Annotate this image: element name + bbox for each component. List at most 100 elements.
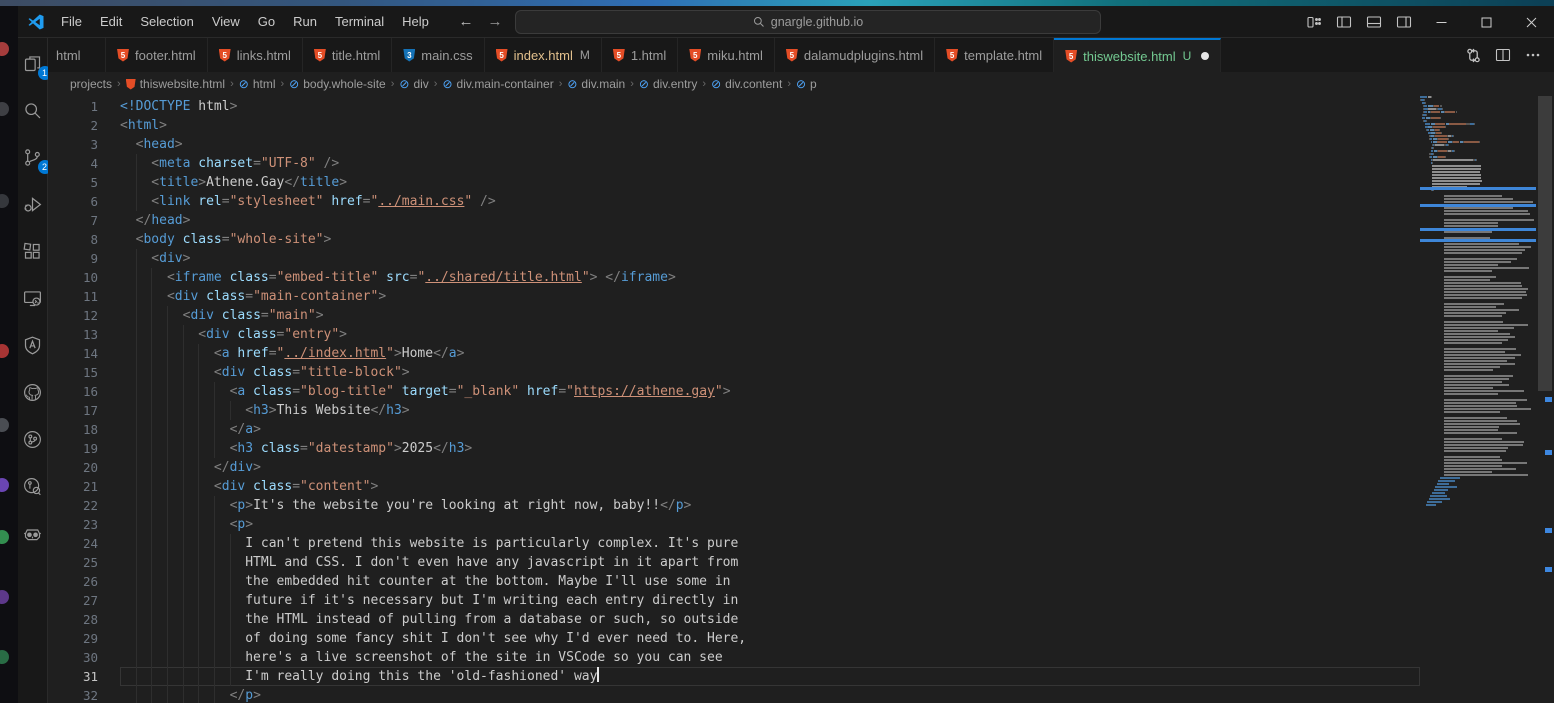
code-token: < [120, 251, 159, 266]
minimize-button[interactable] [1419, 6, 1464, 38]
menu-run[interactable]: Run [284, 11, 326, 33]
explorer-icon[interactable]: 1 [20, 50, 46, 76]
indent-guide [183, 477, 184, 496]
gitlens-icon[interactable] [20, 473, 46, 499]
minimap-mark [1444, 312, 1506, 314]
command-center-search[interactable]: gnargle.github.io [515, 10, 1101, 34]
tab-links.html[interactable]: 5links.html [208, 38, 303, 72]
menu-selection[interactable]: Selection [131, 11, 202, 33]
minimap-mark [1438, 138, 1448, 140]
breadcrumb-item-projects[interactable]: projects [70, 77, 112, 91]
breadcrumb-item-thiswebsite-html[interactable]: thiswebsite.html [126, 77, 225, 91]
code-token: > [159, 118, 167, 133]
minimap-space [1420, 498, 1429, 500]
code-editor[interactable]: 1<!DOCTYPE html>2<html>3 <head>4 <meta c… [48, 96, 1554, 703]
indent-guide [214, 572, 215, 591]
minimap-mark [1444, 231, 1492, 233]
tab-index.html[interactable]: 5index.htmlM [485, 38, 602, 72]
indent-guide [183, 515, 184, 534]
tab-thiswebsite.html[interactable]: 5thiswebsite.htmlU [1054, 38, 1221, 72]
shield-a-extension-icon[interactable] [20, 332, 46, 358]
search-view-icon[interactable] [20, 97, 46, 123]
toggle-secondary-sidebar-icon[interactable] [1389, 9, 1419, 35]
extensions-icon[interactable] [20, 238, 46, 264]
code-token: /> [316, 156, 339, 171]
tab-footer.html[interactable]: 5footer.html [106, 38, 208, 72]
source-control-icon[interactable]: 2 [20, 144, 46, 170]
menu-terminal[interactable]: Terminal [326, 11, 393, 33]
text-cursor [597, 667, 599, 682]
tab-dalamudplugins.html[interactable]: 5dalamudplugins.html [775, 38, 935, 72]
tab-html[interactable]: html [48, 38, 106, 72]
indent-guide [167, 477, 168, 496]
minimap-mark [1445, 126, 1446, 128]
code-line-text: <!DOCTYPE html> [98, 97, 237, 116]
breadcrumb-item-div-main[interactable]: ⊘div.main [567, 77, 625, 91]
toggle-panel-icon[interactable] [1359, 9, 1389, 35]
minimap-space [1420, 264, 1444, 266]
line-number: 6 [48, 192, 98, 211]
toggle-primary-sidebar-icon[interactable] [1329, 9, 1359, 35]
scrollbar-slider[interactable] [1538, 96, 1552, 391]
customize-layout-icon[interactable] [1299, 9, 1329, 35]
navigate-forward-icon[interactable]: → [484, 12, 506, 32]
menu-view[interactable]: View [203, 11, 249, 33]
vertical-scrollbar[interactable] [1536, 96, 1554, 703]
tab-template.html[interactable]: 5template.html [935, 38, 1054, 72]
close-button[interactable] [1509, 6, 1554, 38]
maximize-button[interactable] [1464, 6, 1509, 38]
breadcrumb-item-html[interactable]: ⊘html [239, 77, 276, 91]
tab-miku.html[interactable]: 5miku.html [678, 38, 775, 72]
more-actions-icon[interactable] [1520, 43, 1546, 67]
indent-guide [230, 648, 231, 667]
tab-title.html[interactable]: 5title.html [303, 38, 392, 72]
minimap-mark [1431, 96, 1432, 98]
code-line: 3 <head> [48, 135, 1420, 154]
minimap-mark [1444, 411, 1500, 413]
indent-guide [198, 496, 199, 515]
background-app-icon [0, 344, 9, 358]
minimap-space [1420, 468, 1444, 470]
code-line: 11 <div class="main-container"> [48, 287, 1420, 306]
background-app-icon [0, 590, 9, 604]
tab-main.css[interactable]: 3main.css [392, 38, 484, 72]
github-icon[interactable] [20, 379, 46, 405]
minimap-highlight-line [1420, 187, 1536, 190]
breadcrumb-item-div[interactable]: ⊘div [399, 77, 428, 91]
indent-guide [198, 591, 199, 610]
open-changes-icon[interactable] [1460, 43, 1486, 67]
menu-edit[interactable]: Edit [91, 11, 131, 33]
remote-explorer-icon[interactable] [20, 285, 46, 311]
godot-tools-icon[interactable] [20, 520, 46, 546]
minimap-space [1420, 423, 1444, 425]
menu-help[interactable]: Help [393, 11, 438, 33]
split-editor-icon[interactable] [1490, 43, 1516, 67]
navigate-back-icon[interactable]: ← [455, 12, 477, 32]
minimap-mark [1444, 327, 1514, 329]
run-debug-icon[interactable] [20, 191, 46, 217]
breadcrumb-item-p[interactable]: ⊘p [796, 77, 817, 91]
minimap-space [1420, 351, 1444, 353]
minimap[interactable] [1420, 96, 1536, 703]
git-graph-icon[interactable] [20, 426, 46, 452]
indent-guide [151, 572, 152, 591]
indent-guide [198, 572, 199, 591]
code-token: = [222, 232, 230, 247]
breadcrumb-item-body-whole-site[interactable]: ⊘body.whole-site [289, 77, 386, 91]
menu-go[interactable]: Go [249, 11, 284, 33]
code-token: "_blank" [457, 384, 520, 399]
line-number: 11 [48, 287, 98, 306]
code-line-text: here's a live screenshot of the site in … [98, 648, 723, 667]
indent-guide [198, 439, 199, 458]
breadcrumb-item-div-main-container[interactable]: ⊘div.main-container [442, 77, 553, 91]
indent-guide [183, 591, 184, 610]
indent-guide [183, 534, 184, 553]
minimap-space [1420, 312, 1444, 314]
tab-1.html[interactable]: 51.html [602, 38, 678, 72]
breadcrumb-item-div-content[interactable]: ⊘div.content [711, 77, 782, 91]
dirty-indicator-icon[interactable] [1201, 52, 1209, 60]
breadcrumb-separator-icon: › [230, 78, 234, 90]
menu-file[interactable]: File [52, 11, 91, 33]
indent-guide [167, 344, 168, 363]
breadcrumb-item-div-entry[interactable]: ⊘div.entry [639, 77, 698, 91]
